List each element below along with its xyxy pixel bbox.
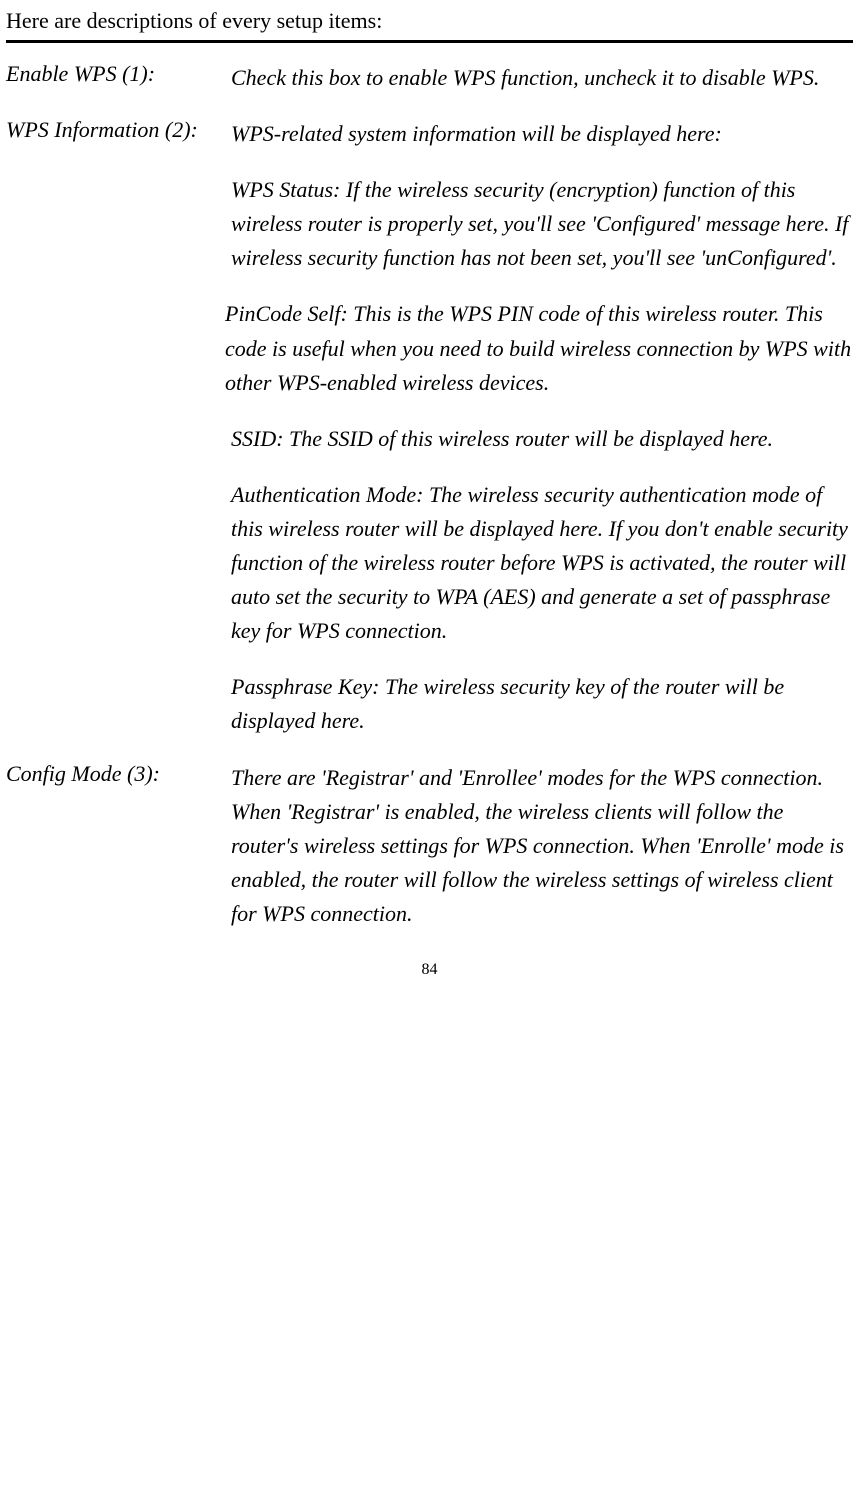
desc-para: SSID: The SSID of this wireless router w… [231, 422, 853, 456]
setup-item-config-mode: Config Mode (3): There are 'Registrar' a… [6, 761, 853, 931]
horizontal-rule [6, 40, 853, 43]
item-description: There are 'Registrar' and 'Enrollee' mod… [231, 761, 853, 931]
item-description: WPS-related system information will be d… [231, 117, 853, 738]
item-label: Enable WPS (1): [6, 61, 231, 87]
desc-para: Authentication Mode: The wireless securi… [231, 478, 853, 648]
page-number: 84 [6, 961, 853, 979]
desc-para: Check this box to enable WPS function, u… [231, 61, 853, 95]
setup-item-wps-information: WPS Information (2): WPS-related system … [6, 117, 853, 738]
setup-item-enable-wps: Enable WPS (1): Check this box to enable… [6, 61, 853, 95]
desc-para: Passphrase Key: The wireless security ke… [231, 670, 853, 738]
item-description: Check this box to enable WPS function, u… [231, 61, 853, 95]
desc-para: WPS-related system information will be d… [231, 117, 853, 151]
intro-text: Here are descriptions of every setup ite… [6, 8, 853, 34]
item-label: Config Mode (3): [6, 761, 231, 787]
desc-para: WPS Status: If the wireless security (en… [231, 173, 853, 275]
desc-para: PinCode Self: This is the WPS PIN code o… [225, 297, 853, 399]
item-label: WPS Information (2): [6, 117, 231, 143]
desc-para: There are 'Registrar' and 'Enrollee' mod… [231, 761, 853, 931]
